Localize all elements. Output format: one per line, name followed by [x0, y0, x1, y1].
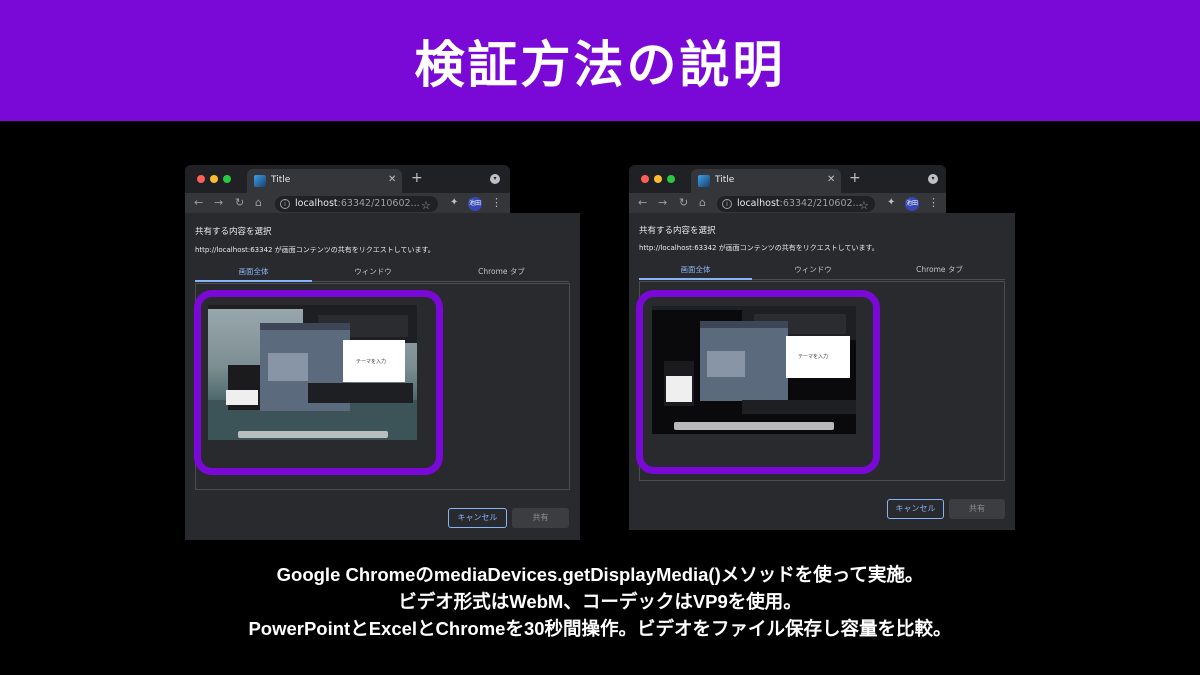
screen-thumbnail[interactable]: テーマを入力 [208, 305, 417, 440]
svg-text:テーマを入力: テーマを入力 [798, 353, 828, 360]
puzzle-icon[interactable]: ✦ [450, 197, 458, 209]
minimize-window-button[interactable] [210, 175, 218, 183]
share-button[interactable]: 共有 [512, 508, 569, 528]
tab-strip: Title ✕ + ▾ [185, 165, 510, 193]
caption-line-2: ビデオ形式はWebM、コーデックはVP9を使用。 [398, 591, 802, 612]
cancel-button[interactable]: キャンセル [887, 499, 944, 519]
caption: Google ChromeのmediaDevices.getDisplayMed… [0, 561, 1200, 642]
close-icon[interactable]: ✕ [388, 174, 396, 185]
tab-window[interactable]: ウィンドウ [312, 264, 434, 282]
info-icon[interactable]: i [722, 199, 732, 209]
slide-title: 検証方法の説明 [414, 34, 786, 94]
url-host: localhost [737, 198, 780, 209]
kebab-icon[interactable]: ⋮ [928, 196, 939, 210]
tab-search-icon[interactable]: ▾ [928, 174, 938, 184]
zoom-window-button[interactable] [223, 175, 231, 183]
arrow-right-icon[interactable]: → [658, 196, 667, 210]
close-window-button[interactable] [197, 175, 205, 183]
url-path: :63342/210602... [337, 198, 420, 209]
screen-preview-image: テーマを入力 [652, 306, 856, 434]
tab-search-icon[interactable]: ▾ [490, 174, 500, 184]
browser-tab[interactable]: Title ✕ [247, 169, 402, 193]
traffic-lights [641, 175, 675, 183]
svg-text:テーマを入力: テーマを入力 [356, 358, 386, 365]
dialog-title: 共有する内容を選択 [195, 227, 272, 237]
star-icon[interactable]: ☆ [859, 199, 869, 213]
tab-title: Title [271, 175, 291, 185]
share-button[interactable]: 共有 [949, 499, 1005, 519]
tab-window[interactable]: ウィンドウ [752, 262, 874, 280]
tab-chrome-tab[interactable]: Chrome タブ [434, 264, 569, 282]
minimize-window-button[interactable] [654, 175, 662, 183]
traffic-lights [197, 175, 231, 183]
arrow-right-icon[interactable]: → [214, 196, 223, 210]
caption-line-1: Google ChromeのmediaDevices.getDisplayMed… [276, 564, 924, 585]
screen-preview-image: テーマを入力 [208, 305, 417, 440]
favicon-icon [698, 175, 710, 187]
tab-strip: Title ✕ + ▾ [629, 165, 946, 193]
browser-tab[interactable]: Title ✕ [691, 169, 841, 193]
tab-entire-screen[interactable]: 画面全体 [639, 262, 752, 280]
favicon-icon [254, 175, 266, 187]
reload-icon[interactable]: ↻ [235, 196, 244, 210]
browser-toolbar: ← → ↻ ⌂ i localhost:63342/210602... ☆ ✦ … [629, 193, 946, 215]
puzzle-icon[interactable]: ✦ [887, 197, 895, 209]
info-icon[interactable]: i [280, 199, 290, 209]
tab-title: Title [715, 175, 735, 185]
url-text: localhost:63342/210602... [737, 198, 862, 209]
kebab-icon[interactable]: ⋮ [491, 196, 502, 210]
dialog-subtitle: http://localhost:63342 が画面コンテンツの共有をリクエスト… [639, 244, 879, 252]
plus-icon[interactable]: + [849, 171, 861, 185]
tab-entire-screen[interactable]: 画面全体 [195, 264, 312, 282]
caption-line-3: PowerPointとExcelとChromeを30秒間操作。ビデオをファイル保… [248, 618, 952, 639]
close-window-button[interactable] [641, 175, 649, 183]
url-text: localhost:63342/210602... [295, 198, 420, 209]
url-path: :63342/210602... [779, 198, 862, 209]
close-icon[interactable]: ✕ [827, 174, 835, 185]
avatar[interactable]: 池田 [468, 197, 482, 211]
reload-icon[interactable]: ↻ [679, 196, 688, 210]
browser-window-right: Title ✕ + ▾ ← → ↻ ⌂ i localhost:63342/21… [629, 165, 1015, 530]
browser-window-left: Title ✕ + ▾ ← → ↻ ⌂ i localhost:63342/21… [185, 165, 580, 540]
share-source-tabs: 画面全体 ウィンドウ Chrome タブ [639, 262, 1005, 280]
address-bar[interactable]: i localhost:63342/210602... ☆ [275, 196, 438, 212]
browser-toolbar: ← → ↻ ⌂ i localhost:63342/210602... ☆ ✦ … [185, 193, 510, 215]
screen-thumbnail[interactable]: テーマを入力 [652, 306, 856, 434]
plus-icon[interactable]: + [411, 171, 423, 185]
dialog-title: 共有する内容を選択 [639, 226, 716, 236]
avatar[interactable]: 池田 [905, 197, 919, 211]
star-icon[interactable]: ☆ [421, 199, 431, 213]
cancel-button[interactable]: キャンセル [448, 508, 507, 528]
share-dialog: 共有する内容を選択 http://localhost:63342 が画面コンテン… [185, 213, 580, 540]
zoom-window-button[interactable] [667, 175, 675, 183]
title-banner: 検証方法の説明 [0, 0, 1200, 121]
arrow-left-icon[interactable]: ← [638, 196, 647, 210]
home-icon[interactable]: ⌂ [255, 196, 262, 210]
address-bar[interactable]: i localhost:63342/210602... ☆ [717, 196, 875, 212]
url-host: localhost [295, 198, 338, 209]
tab-chrome-tab[interactable]: Chrome タブ [874, 262, 1005, 280]
dialog-subtitle: http://localhost:63342 が画面コンテンツの共有をリクエスト… [195, 246, 435, 254]
share-source-tabs: 画面全体 ウィンドウ Chrome タブ [195, 264, 569, 282]
arrow-left-icon[interactable]: ← [194, 196, 203, 210]
home-icon[interactable]: ⌂ [699, 196, 706, 210]
share-dialog: 共有する内容を選択 http://localhost:63342 が画面コンテン… [629, 213, 1015, 530]
